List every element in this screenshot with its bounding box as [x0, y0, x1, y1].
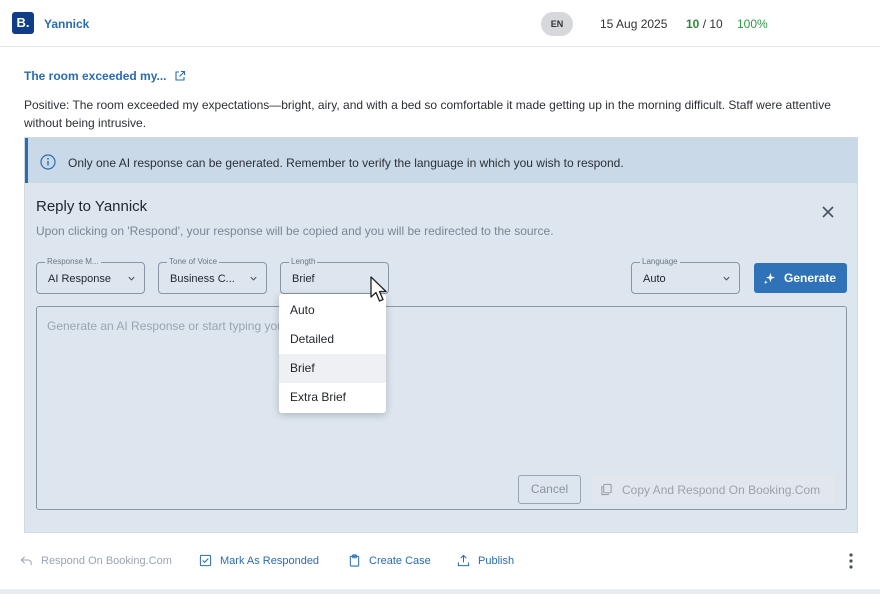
review-date: 15 Aug 2025: [600, 17, 668, 31]
more-vertical-icon[interactable]: [843, 552, 859, 570]
mark-as-responded-label: Mark As Responded: [220, 555, 320, 567]
info-text: Only one AI response can be generated. R…: [68, 156, 624, 170]
tone-of-voice-value: Business C...: [170, 273, 235, 285]
tone-of-voice-select[interactable]: Tone of Voice Business C...: [158, 257, 267, 294]
length-option-detailed[interactable]: Detailed: [279, 325, 386, 354]
review-text: Positive: The room exceeded my expectati…: [24, 98, 831, 130]
length-option-brief[interactable]: Brief: [279, 354, 386, 383]
review-title-link[interactable]: The room exceeded my...: [24, 69, 167, 83]
review-actions-bar: Respond On Booking.Com Mark As Responded…: [0, 545, 880, 575]
booking-logo-icon: B.: [12, 12, 34, 34]
language-badge: EN: [541, 12, 573, 36]
review-score: 10 / 10: [686, 17, 723, 31]
reply-panel: Only one AI response can be generated. R…: [24, 137, 858, 533]
chevron-down-icon: [723, 276, 730, 281]
generate-label: Generate: [784, 271, 837, 285]
score-value: 10: [686, 17, 700, 31]
info-banner: Only one AI response can be generated. R…: [25, 138, 857, 183]
chevron-down-icon: [128, 276, 135, 281]
reply-arrow-icon: [20, 556, 32, 566]
info-icon: [40, 154, 56, 170]
language-value: Auto: [643, 273, 666, 285]
create-case-label: Create Case: [369, 555, 431, 567]
copy-icon: [601, 483, 612, 496]
respond-on-booking-label: Respond On Booking.Com: [41, 555, 172, 567]
response-mode-label: Response M...: [45, 257, 101, 267]
length-dropdown-menu: Auto Detailed Brief Extra Brief: [279, 294, 386, 413]
chevron-down-icon: [250, 276, 257, 281]
language-select[interactable]: Language Auto: [631, 257, 740, 294]
mouse-pointer-icon: [370, 276, 387, 302]
generate-button[interactable]: Generate: [754, 263, 847, 293]
cancel-button[interactable]: Cancel: [518, 475, 581, 504]
close-icon[interactable]: [820, 204, 836, 220]
response-mode-value: AI Response: [48, 273, 111, 285]
length-value: Brief: [292, 273, 315, 285]
top-bar: B. Yannick EN 15 Aug 2025 10 / 10 100%: [0, 0, 880, 47]
score-percent: 100%: [737, 17, 768, 31]
copy-and-respond-label: Copy And Respond On Booking.Com: [622, 483, 821, 497]
tone-of-voice-label: Tone of Voice: [167, 257, 220, 267]
length-label: Length: [289, 257, 318, 267]
sparkle-icon: [763, 272, 776, 285]
score-total: / 10: [702, 17, 723, 31]
response-mode-select[interactable]: Response M... AI Response: [36, 257, 145, 294]
upload-icon: [457, 554, 470, 567]
reply-title: Reply to Yannick: [36, 198, 148, 215]
check-square-icon: [199, 554, 212, 567]
language-label: Language: [640, 257, 680, 267]
copy-and-respond-button[interactable]: Copy And Respond On Booking.Com: [592, 475, 835, 504]
clipboard-icon: [349, 554, 360, 567]
length-option-extra-brief[interactable]: Extra Brief: [279, 383, 386, 412]
reply-subtitle: Upon clicking on 'Respond', your respons…: [36, 224, 554, 238]
reviewer-name-link[interactable]: Yannick: [44, 17, 89, 31]
bottom-divider: [0, 589, 880, 594]
publish-label: Publish: [478, 555, 515, 567]
external-link-icon[interactable]: [174, 70, 186, 82]
